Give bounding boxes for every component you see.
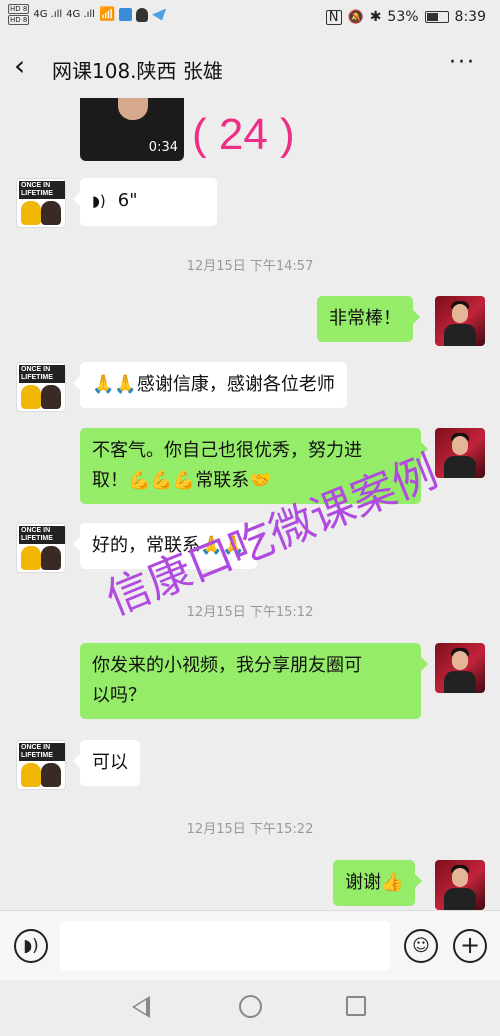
avatar-figure-2	[41, 546, 61, 570]
timestamp: 12月15日 下午15:12	[186, 605, 314, 620]
muscle-emoji-icon: 💪💪💪	[128, 470, 196, 491]
emoji-icon[interactable]: ☺	[404, 929, 438, 963]
wifi-icon: 📶	[98, 7, 116, 22]
hd-indicators: HD 8 HD 8	[8, 4, 30, 25]
avatar-friend[interactable]: ONCE IN LIFETIME	[16, 178, 66, 228]
voice-duration: 6"	[117, 190, 138, 211]
thumbs-up-emoji-icon: 👍	[381, 872, 404, 893]
avatar-badge-text: ONCE IN LIFETIME	[19, 526, 65, 544]
avatar-self[interactable]	[435, 643, 485, 693]
avatar-head	[452, 651, 468, 670]
battery-icon	[424, 11, 449, 23]
message-bubble-outgoing[interactable]: 谢谢👍	[333, 860, 423, 906]
message-text: 谢谢	[345, 872, 381, 893]
message-text-line-2: 以吗？	[92, 685, 146, 706]
voice-icon[interactable]: ◗)	[14, 929, 48, 963]
penguin-icon	[136, 7, 149, 22]
clock: 8:39	[454, 9, 486, 25]
avatar-badge-text: ONCE IN LIFETIME	[19, 365, 65, 383]
avatar-figure-1	[21, 546, 41, 570]
message-bubble-outgoing[interactable]: 你发来的小视频，我分享朋友圈可 以吗？	[80, 643, 428, 719]
message-bubble-outgoing[interactable]: 非常棒！	[317, 296, 420, 342]
more-icon[interactable]: ···	[449, 50, 476, 75]
avatar-figure-1	[21, 201, 41, 225]
pray-emoji-icon: 🙏🙏	[92, 374, 137, 395]
avatar-figure-1	[21, 385, 41, 409]
voice-message[interactable]: ◗) 6"	[73, 178, 217, 226]
avatar-suit	[444, 456, 476, 478]
signal-2: 4G .ıll	[66, 9, 95, 20]
message-bubble-incoming[interactable]: 可以	[73, 740, 140, 786]
avatar-head	[452, 436, 468, 455]
message-text: 取！	[92, 470, 128, 491]
nav-recent-apps-icon[interactable]	[346, 996, 366, 1016]
video-person	[118, 98, 148, 120]
chat-title: 网课108.陕西 张雄	[52, 59, 223, 83]
annotation-number: ( 24 )	[192, 110, 295, 159]
avatar-suit	[444, 324, 476, 346]
message-text: 非常棒！	[329, 308, 401, 329]
nav-home-icon[interactable]	[239, 995, 262, 1018]
avatar-suit	[444, 671, 476, 693]
avatar-figure-2	[41, 201, 61, 225]
avatar-friend[interactable]: ONCE IN LIFETIME	[16, 740, 66, 790]
app-notification-icon	[119, 8, 133, 21]
avatar-self[interactable]	[435, 296, 485, 346]
avatar-suit	[444, 888, 476, 910]
avatar-figure-2	[41, 385, 61, 409]
mute-icon: 🔕	[347, 9, 364, 25]
avatar-friend[interactable]: ONCE IN LIFETIME	[16, 523, 66, 573]
video-thumbnail[interactable]: 0:34	[80, 98, 184, 161]
avatar-figure-1	[21, 763, 41, 787]
battery-percent: 53%	[387, 9, 419, 25]
avatar-head	[452, 304, 468, 323]
plus-icon[interactable]: +	[453, 929, 487, 963]
avatar-badge-text: ONCE IN LIFETIME	[19, 743, 65, 761]
timestamp: 12月15日 下午15:22	[186, 822, 314, 837]
hd-badge-1: HD 8	[8, 4, 30, 14]
message-text: 常联系	[195, 470, 250, 491]
message-bubble-incoming[interactable]: 🙏🙏感谢信康，感谢各位老师	[73, 362, 347, 408]
input-bar: ◗) ☺ +	[0, 910, 500, 980]
message-text: 可以	[92, 752, 128, 773]
avatar-badge-text: ONCE IN LIFETIME	[19, 181, 65, 199]
chat-header: ‹ 网课108.陕西 张雄 ···	[0, 38, 500, 98]
message-text: 感谢信康，感谢各位老师	[136, 374, 335, 395]
paper-plane-icon	[152, 8, 167, 21]
nfc-icon: N	[325, 9, 342, 25]
handshake-emoji-icon: 🤝	[249, 470, 272, 491]
chat-area[interactable]: 0:34 ( 24 ) ONCE IN LIFETIME ◗) 6" 12月15日…	[0, 98, 500, 910]
avatar-self[interactable]	[435, 428, 485, 478]
video-duration: 0:34	[148, 140, 178, 155]
bluetooth-icon: ✱	[369, 9, 382, 25]
status-left: HD 8 HD 8 4G .ıll 4G .ıll 📶	[8, 4, 167, 25]
voice-wave-icon: ◗)	[92, 192, 106, 210]
status-bar: HD 8 HD 8 4G .ıll 4G .ıll 📶 N 🔕 ✱ 53% 8:…	[0, 0, 500, 38]
signal-1: 4G .ıll	[33, 9, 63, 20]
hd-badge-2: HD 8	[8, 15, 30, 25]
avatar-self[interactable]	[435, 860, 485, 910]
system-nav-bar	[0, 980, 500, 1036]
avatar-figure-2	[41, 763, 61, 787]
status-right: N 🔕 ✱ 53% 8:39	[325, 9, 486, 25]
message-input[interactable]	[60, 921, 390, 971]
timestamp: 12月15日 下午14:57	[186, 259, 314, 274]
avatar-friend[interactable]: ONCE IN LIFETIME	[16, 362, 66, 412]
nav-back-icon[interactable]	[132, 996, 150, 1018]
message-text-line-1: 你发来的小视频，我分享朋友圈可	[92, 655, 362, 676]
avatar-head	[452, 868, 468, 887]
back-icon[interactable]: ‹	[14, 52, 25, 80]
